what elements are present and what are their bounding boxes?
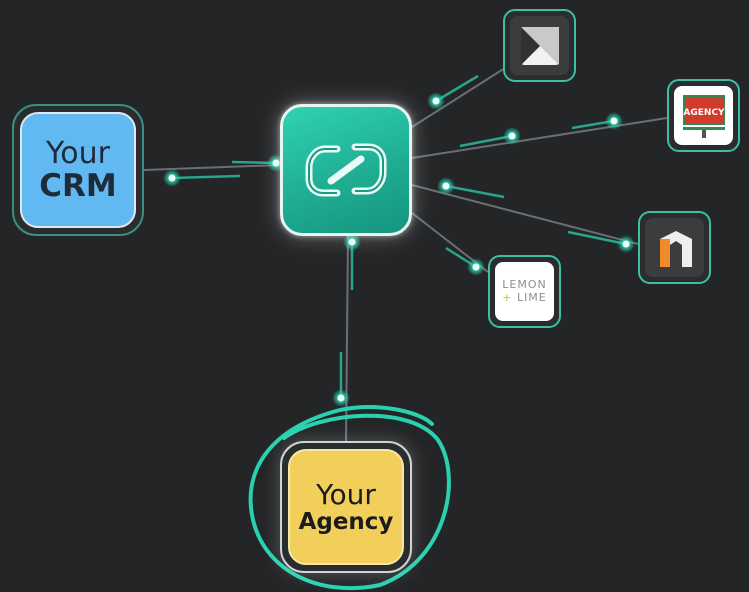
pulse-dot xyxy=(610,117,618,125)
partner-node-1 xyxy=(503,9,576,82)
partner-tile-3 xyxy=(645,218,704,277)
crm-tile: Your CRM xyxy=(20,112,136,228)
crm-label-line1: Your xyxy=(45,135,111,171)
agency-label-line2: Agency xyxy=(298,508,394,535)
agency-node: Your Agency xyxy=(280,441,412,573)
link-hub-partner2 xyxy=(411,117,668,159)
pulse-dot xyxy=(622,240,630,248)
agency-tile: Your Agency xyxy=(288,449,404,565)
lemon-lime-logo: LEMON + LIME xyxy=(502,279,547,303)
pulse-dot xyxy=(472,263,480,271)
partner-tile-2: AGENCY xyxy=(674,86,733,145)
pulse-dot xyxy=(168,174,176,182)
crm-node: Your CRM xyxy=(12,104,144,236)
pulse-dot xyxy=(442,182,450,190)
hub-node xyxy=(280,104,412,236)
partner-tile-1 xyxy=(510,16,569,75)
partner-node-4: LEMON + LIME xyxy=(488,255,561,328)
partner-node-2: AGENCY xyxy=(667,79,740,152)
link-hub-partner1 xyxy=(411,67,506,128)
agency-partner-logo: AGENCY xyxy=(682,94,725,138)
house-r-icon xyxy=(659,230,692,267)
pulse-dot xyxy=(348,238,356,246)
pulse-dot xyxy=(508,132,516,140)
partner-tile-4: LEMON + LIME xyxy=(495,262,554,321)
link-crm-hub xyxy=(143,164,281,171)
hub-sync-icon xyxy=(305,143,387,197)
agency-label-line1: Your xyxy=(316,477,376,511)
partner-node-3 xyxy=(638,211,711,284)
pulse-dot xyxy=(272,159,280,167)
agency-logo-text: AGENCY xyxy=(683,108,725,118)
crm-label-line2: CRM xyxy=(39,167,117,204)
lemon-logo-plus: + xyxy=(502,290,513,304)
pulse-dot xyxy=(432,97,440,105)
pulse-dot xyxy=(337,394,345,402)
lemon-logo-line2: LIME xyxy=(516,290,547,304)
lemon-logo-line2-wrap: + LIME xyxy=(502,290,547,304)
envelope-icon xyxy=(520,26,559,65)
trail-crm xyxy=(171,174,241,180)
integration-diagram: Your CRM AGENCY LEMON + LIME Your Agency xyxy=(0,0,749,592)
